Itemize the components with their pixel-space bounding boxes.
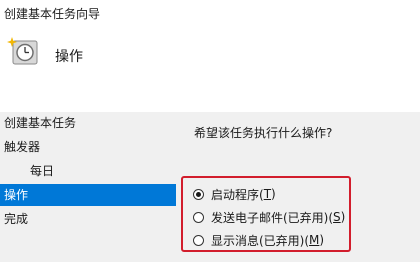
title-bar: 创建基本任务向导	[0, 0, 420, 28]
step-label: 创建基本任务	[4, 116, 77, 130]
access-key: T	[263, 187, 272, 201]
option-label-suffix: )	[340, 210, 346, 224]
wizard-steps-sidebar: 创建基本任务 触发器 每日 操作 完成	[0, 112, 176, 262]
window-title: 创建基本任务向导	[4, 7, 101, 21]
radio-button[interactable]	[193, 211, 204, 223]
option-label-suffix: )	[319, 233, 325, 247]
step-label: 触发器	[4, 140, 41, 154]
step-label: 每日	[30, 164, 55, 178]
wizard-header: 操作	[0, 28, 420, 112]
radio-button[interactable]	[193, 234, 204, 246]
option-label: 发送电子邮件(已弃用)(	[211, 210, 334, 225]
step-finish[interactable]: 完成	[0, 208, 176, 230]
access-key: M	[309, 233, 320, 247]
header-label: 操作	[55, 49, 83, 65]
step-label: 操作	[4, 188, 29, 202]
option-display-message[interactable]: 显示消息(已弃用)(M)	[193, 230, 324, 250]
option-start-program[interactable]: 启动程序(T)	[193, 184, 276, 204]
option-label-suffix: )	[271, 187, 276, 201]
action-question: 希望该任务执行什么操作?	[194, 126, 333, 140]
option-send-email[interactable]: 发送电子邮件(已弃用)(S)	[193, 207, 345, 227]
step-create-basic-task[interactable]: 创建基本任务	[0, 112, 176, 134]
action-panel: 希望该任务执行什么操作? 启动程序(T) 发送电子邮件(已弃用)(S) 显示消息…	[176, 112, 420, 262]
step-label: 完成	[4, 212, 29, 226]
access-key: S	[333, 210, 341, 224]
clock-sparkle-icon	[6, 36, 42, 68]
step-action[interactable]: 操作	[0, 184, 176, 206]
radio-button[interactable]	[193, 188, 204, 200]
action-options-group: 启动程序(T) 发送电子邮件(已弃用)(S) 显示消息(已弃用)(M)	[181, 176, 351, 252]
step-daily[interactable]: 每日	[0, 160, 176, 182]
step-trigger[interactable]: 触发器	[0, 136, 176, 158]
option-label: 启动程序(	[211, 187, 264, 202]
option-label: 显示消息(已弃用)(	[211, 233, 310, 248]
